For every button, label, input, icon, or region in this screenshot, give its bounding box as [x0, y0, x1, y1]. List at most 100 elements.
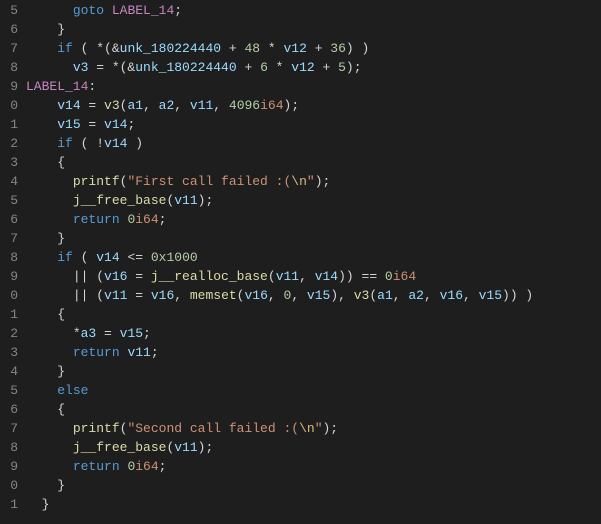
code-token: "	[315, 421, 323, 436]
code-line: goto LABEL_14;	[26, 1, 601, 20]
line-number: 9	[0, 457, 18, 476]
line-number: 1	[0, 495, 18, 514]
code-token: v11	[276, 269, 299, 284]
code-token: v11	[174, 440, 197, 455]
code-token: i64	[393, 269, 416, 284]
code-token: v3	[73, 60, 89, 75]
code-line: }	[26, 20, 601, 39]
code-token: printf	[73, 421, 120, 436]
code-line: v15 = v14;	[26, 115, 601, 134]
code-token: v16	[151, 288, 174, 303]
code-token: =	[96, 326, 119, 341]
code-token: a2	[159, 98, 175, 113]
code-token: }	[57, 364, 65, 379]
code-token: return	[73, 459, 120, 474]
code-line: v3 = *(&unk_180224440 + 6 * v12 + 5);	[26, 58, 601, 77]
code-token: )) )	[502, 288, 533, 303]
code-token: else	[57, 383, 88, 398]
code-token: )) ==	[338, 269, 385, 284]
code-token: <=	[120, 250, 151, 265]
code-token: i64	[135, 212, 158, 227]
code-token: :	[88, 79, 96, 94]
line-number: 9	[0, 267, 18, 286]
code-token: v12	[291, 60, 314, 75]
code-token: a1	[377, 288, 393, 303]
code-token: v16	[440, 288, 463, 303]
code-token: goto	[73, 3, 104, 18]
code-token: +	[307, 41, 330, 56]
code-token: if	[57, 41, 73, 56]
code-token: v14	[57, 98, 80, 113]
line-number: 0	[0, 476, 18, 495]
code-token: ( !	[73, 136, 104, 151]
code-token: ;	[174, 3, 182, 18]
code-token: }	[57, 231, 65, 246]
code-line: }	[26, 476, 601, 495]
code-token: ,	[291, 288, 307, 303]
code-token: a3	[81, 326, 97, 341]
code-token: v11	[127, 345, 150, 360]
code-token: }	[57, 22, 65, 37]
code-token: v16	[104, 269, 127, 284]
code-token: }	[42, 497, 50, 512]
line-number: 0	[0, 96, 18, 115]
code-token: +	[221, 41, 244, 56]
code-line: printf("First call failed :(\n");	[26, 172, 601, 191]
code-line: if ( !v14 )	[26, 134, 601, 153]
code-token: 6	[260, 60, 268, 75]
code-token: +	[315, 60, 338, 75]
code-line: || (v11 = v16, memset(v16, 0, v15), v3(a…	[26, 286, 601, 305]
code-token: "Second call failed :(	[127, 421, 299, 436]
code-token: );	[198, 193, 214, 208]
code-token: ;	[159, 212, 167, 227]
code-token: i64	[135, 459, 158, 474]
code-line: }	[26, 362, 601, 381]
line-number: 1	[0, 305, 18, 324]
code-line: }	[26, 495, 601, 514]
code-token: \n	[291, 174, 307, 189]
line-number: 4	[0, 362, 18, 381]
code-token: v12	[283, 41, 306, 56]
code-token: a2	[408, 288, 424, 303]
code-token: v11	[104, 288, 127, 303]
code-token: 48	[244, 41, 260, 56]
code-token: =	[127, 288, 150, 303]
code-token: =	[127, 269, 150, 284]
code-token: ),	[330, 288, 353, 303]
line-number: 5	[0, 1, 18, 20]
code-token: j__realloc_base	[151, 269, 268, 284]
code-token: =	[81, 117, 104, 132]
line-number-gutter: 567890123456789012345678901	[0, 0, 26, 524]
code-token: v15	[479, 288, 502, 303]
line-number: 6	[0, 400, 18, 419]
code-token: )	[127, 136, 143, 151]
code-line: }	[26, 229, 601, 248]
line-number: 0	[0, 286, 18, 305]
code-token: ,	[174, 98, 190, 113]
code-token: v16	[244, 288, 267, 303]
code-token: =	[81, 98, 104, 113]
code-token: LABEL_14	[112, 3, 174, 18]
code-line: return 0i64;	[26, 210, 601, 229]
line-number: 2	[0, 134, 18, 153]
code-token: {	[57, 307, 65, 322]
code-token	[104, 3, 112, 18]
code-token: ;	[159, 459, 167, 474]
code-token: ,	[299, 269, 315, 284]
code-token: );	[346, 60, 362, 75]
code-token: ,	[174, 288, 190, 303]
code-token: unk_180224440	[135, 60, 236, 75]
line-number: 6	[0, 210, 18, 229]
code-line: {	[26, 305, 601, 324]
code-token: ,	[143, 98, 159, 113]
line-number: 2	[0, 324, 18, 343]
code-token: (	[268, 269, 276, 284]
line-number: 7	[0, 419, 18, 438]
code-token: ) )	[346, 41, 369, 56]
code-line: else	[26, 381, 601, 400]
code-token: v14	[315, 269, 338, 284]
code-area[interactable]: goto LABEL_14; } if ( *(&unk_180224440 +…	[26, 0, 601, 524]
code-token: j__free_base	[73, 193, 167, 208]
code-token: if	[57, 250, 73, 265]
code-token: +	[237, 60, 260, 75]
